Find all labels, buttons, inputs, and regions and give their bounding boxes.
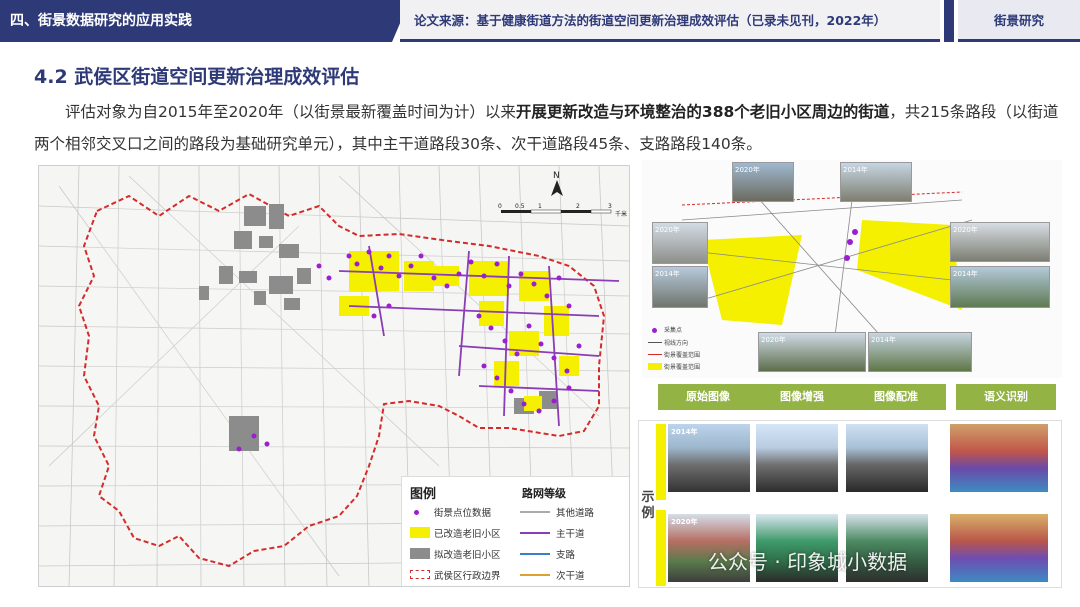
photo-year-label: 2020年 — [953, 226, 978, 234]
photo-year-label: 2014年 — [871, 336, 896, 344]
watermark-text: 公众号 · 印象城小数据 — [708, 550, 908, 574]
tab-original-image: 原始图像 — [658, 384, 758, 410]
legend-title: 图例 — [410, 487, 437, 502]
legend-road-swatch — [520, 574, 550, 576]
scale-tick: 0 — [498, 203, 502, 210]
example-image-semantic-2014 — [950, 424, 1048, 492]
legend-road-item: 次干道 — [556, 571, 585, 582]
tab-semantic-recognition: 语义识别 — [956, 384, 1056, 410]
body-paragraph: 评估对象为自2015年至2020年（以街景最新覆盖时间为计）以来开展更新改造与环… — [34, 96, 1064, 160]
legend-boundary-swatch — [410, 570, 430, 579]
streetview-photo: 2014年 — [840, 162, 912, 202]
streetview-photo: 2020年 — [732, 162, 794, 202]
photo-year-label: 2020年 — [655, 226, 680, 234]
streetview-photo: 2020年 — [758, 332, 866, 372]
example-side-label: 示例 — [641, 490, 655, 521]
diagram-legend-swatch — [648, 363, 662, 370]
legend-road-swatch — [520, 553, 550, 555]
scale-tick: 3 — [608, 203, 612, 210]
image-year-label: 2020年 — [671, 518, 698, 526]
legend-renovated-swatch — [410, 527, 430, 538]
legend-road-item: 其他道路 — [556, 508, 595, 519]
scale-tick: 0.5 — [515, 203, 525, 210]
header-source-note: 论文来源：基于健康街道方法的街道空间更新治理成效评估（已录未见刊，2022年） — [400, 0, 940, 42]
header-bar: 四、街景数据研究的应用实践 论文来源：基于健康街道方法的街道空间更新治理成效评估… — [0, 0, 1080, 42]
image-year-label: 2014年 — [671, 428, 698, 436]
legend-road-title: 路网等级 — [522, 487, 566, 500]
map-legend: 图例 路网等级 街景点位数据 已改造老旧小区 拟改造老旧小区 武侯区行政边界 其… — [401, 476, 629, 586]
legend-point-swatch — [414, 510, 419, 515]
legend-planned-swatch — [410, 548, 430, 559]
diagram-legend-item: 街景覆盖范围 — [664, 352, 701, 359]
header-topic-tag: 街景研究 — [958, 0, 1080, 42]
north-label: N — [553, 171, 560, 181]
legend-item: 街景点位数据 — [434, 508, 492, 519]
diagram-legend-point — [652, 328, 657, 333]
photo-year-label: 2014年 — [843, 166, 868, 174]
streetview-photo: 2014年 — [950, 266, 1050, 308]
example-image-registered-2014 — [846, 424, 928, 492]
legend-road-item: 支路 — [556, 550, 576, 561]
paragraph-bold: 开展更新改造与环境整治的388个老旧小区周边的街道 — [515, 103, 890, 121]
streetview-photo: 2020年 — [652, 222, 708, 264]
year-strip — [656, 424, 666, 500]
diagram-legend-item: 视线方向 — [664, 340, 689, 347]
legend-road-swatch — [520, 511, 550, 513]
scale-bar — [501, 209, 612, 214]
district-map: N 0 0.5 1 2 3 千米 图例 路网等级 街景点位数据 已改造老旧小区 … — [38, 165, 630, 587]
diagram-legend-item: 采集点 — [664, 327, 683, 334]
photo-year-label: 2014年 — [655, 270, 680, 278]
year-strip — [656, 510, 666, 586]
header-divider — [944, 0, 954, 42]
diagram-legend-item: 街景覆盖范围 — [664, 364, 701, 371]
scale-tick: 2 — [576, 203, 580, 210]
paragraph-text-a: 评估对象为自2015年至2020年（以街景最新覆盖时间为计）以来 — [65, 103, 516, 121]
diagram-legend-line — [648, 354, 662, 355]
header-chapter-title: 四、街景数据研究的应用实践 — [0, 0, 410, 42]
coverage-area — [702, 235, 802, 325]
coverage-area — [857, 220, 962, 310]
streetview-photo: 2014年 — [868, 332, 972, 372]
legend-road-item: 主干道 — [556, 529, 585, 540]
diagram-legend-line — [648, 342, 662, 343]
scale-tick: 1 — [538, 203, 542, 210]
legend-item: 已改造老旧小区 — [434, 529, 501, 540]
streetview-photo: 2020年 — [950, 222, 1050, 262]
photo-year-label: 2020年 — [735, 166, 760, 174]
coverage-diagram: 2020年 2014年 2020年 2014年 2020年 2014年 2020… — [642, 160, 1062, 378]
example-image-semantic-2020 — [950, 514, 1048, 582]
scale-unit: 千米 — [615, 210, 627, 218]
example-image-original-2014: 2014年 — [668, 424, 750, 492]
example-image-enhanced-2014 — [756, 424, 838, 492]
legend-item: 武侯区行政边界 — [434, 571, 501, 582]
tab-image-registration: 图像配准 — [846, 384, 946, 410]
photo-year-label: 2020年 — [761, 336, 786, 344]
legend-item: 拟改造老旧小区 — [434, 550, 501, 561]
photo-year-label: 2014年 — [953, 270, 978, 278]
streetview-photo: 2014年 — [652, 266, 708, 308]
section-title: 4.2 武侯区街道空间更新治理成效评估 — [34, 66, 360, 88]
tab-image-enhancement: 图像增强 — [752, 384, 852, 410]
north-arrow — [551, 180, 563, 196]
legend-road-swatch — [520, 532, 550, 534]
